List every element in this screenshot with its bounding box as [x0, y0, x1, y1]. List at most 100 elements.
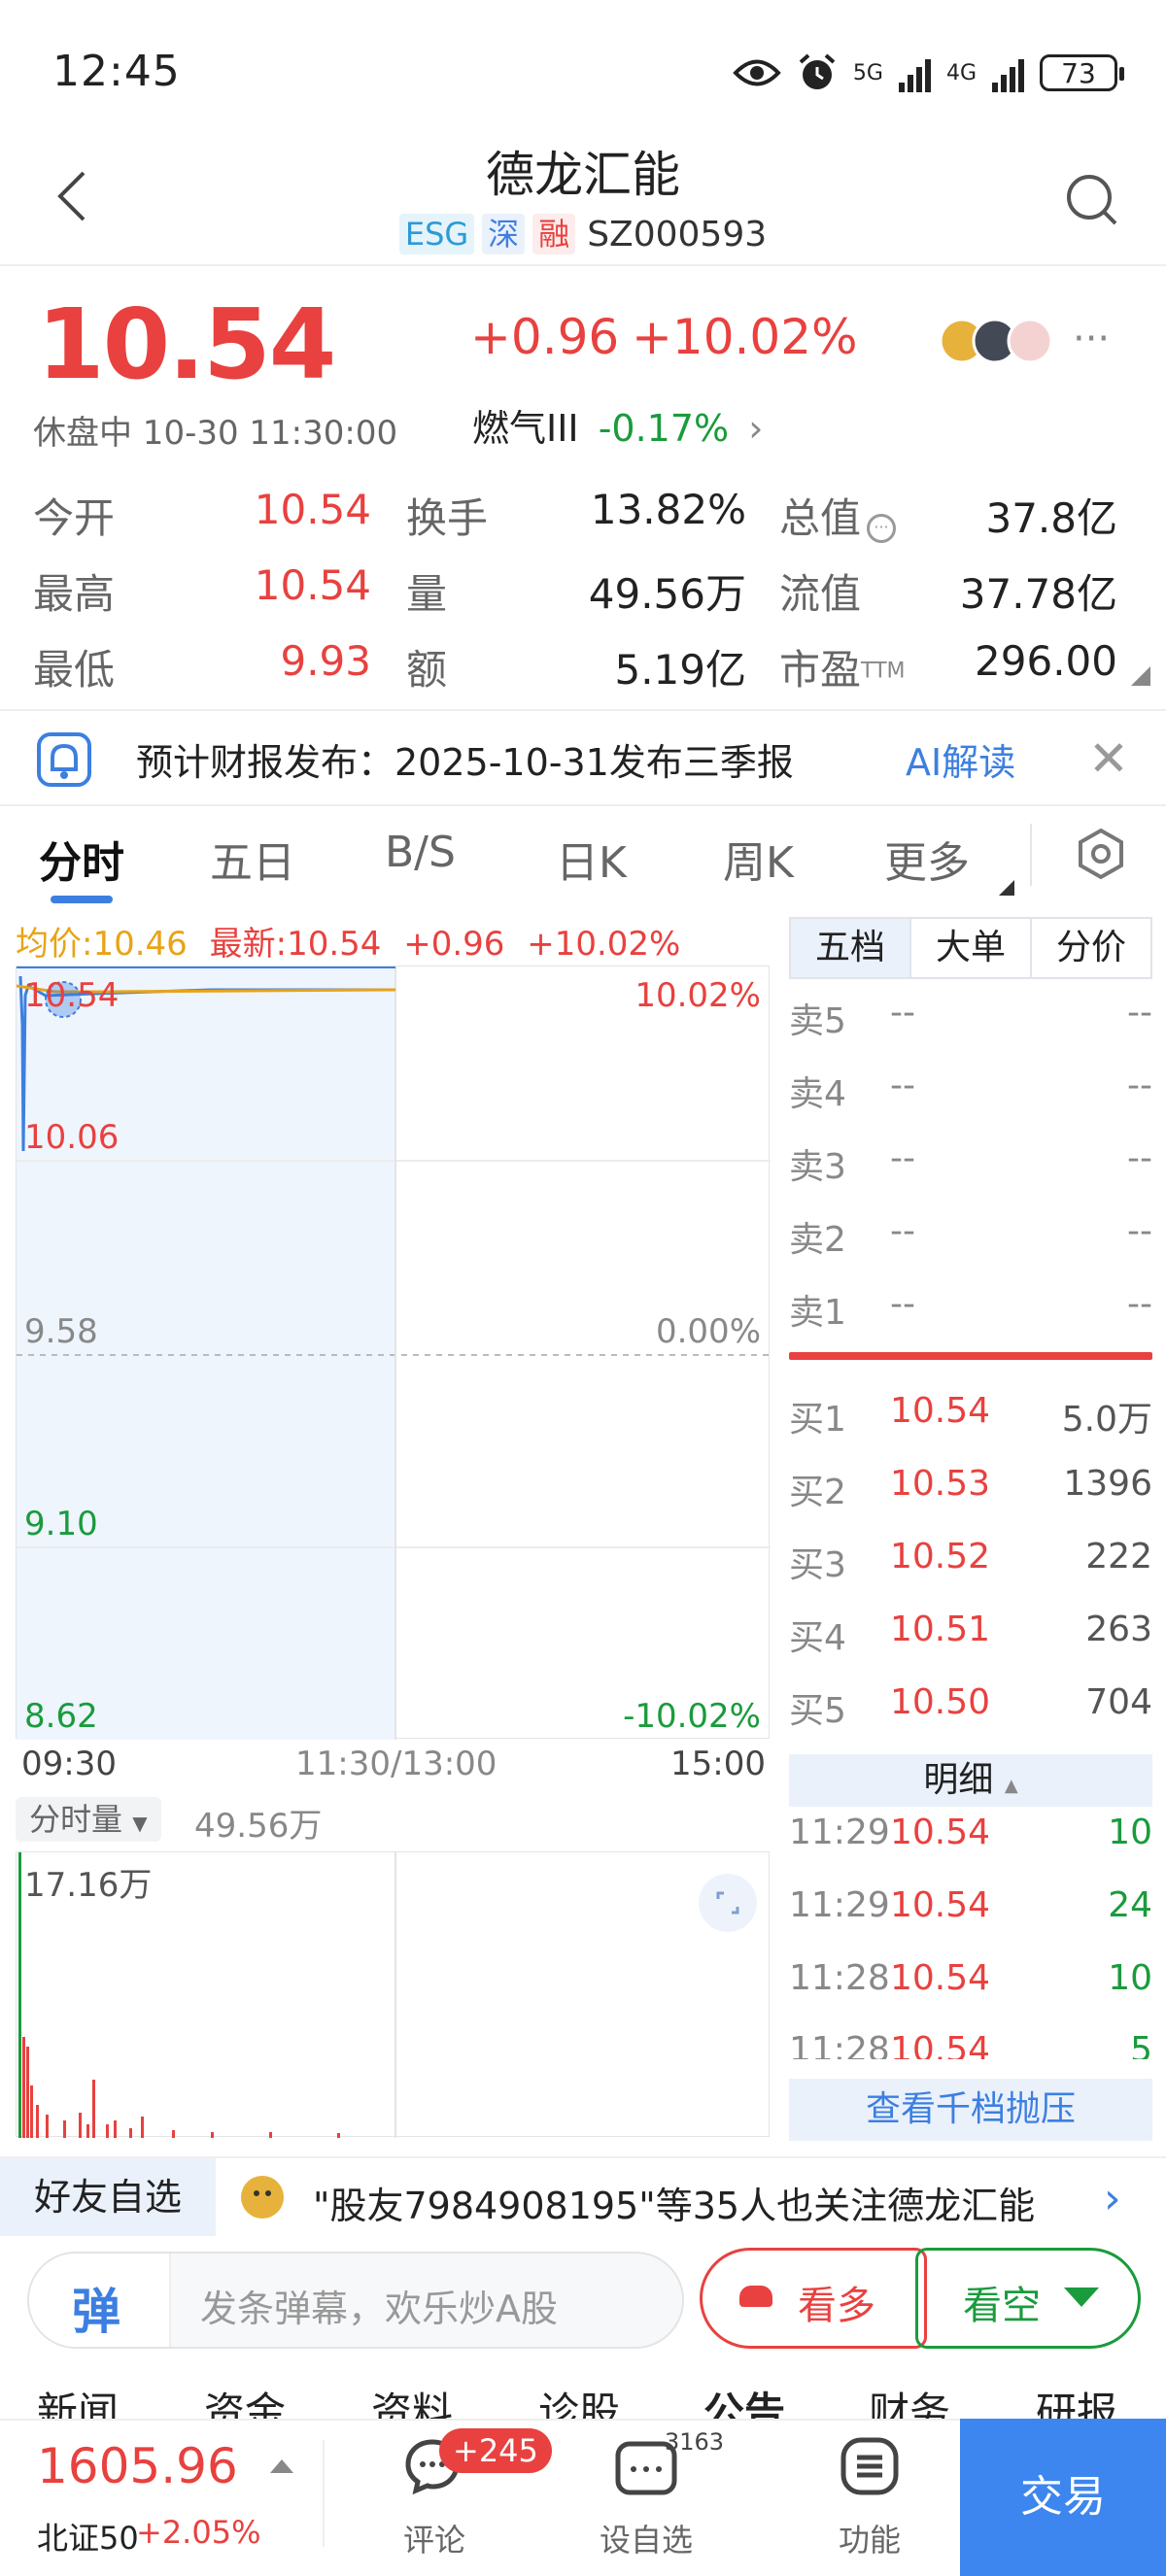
stock-name: 德龙汇能	[486, 147, 680, 203]
pe-ttm-sup: TTM	[861, 659, 906, 684]
functions-label: 功能	[838, 2522, 901, 2559]
y-label-top: 10.54	[24, 976, 120, 1015]
ob-tab-five[interactable]: 五档	[791, 919, 909, 977]
bullish-label: 看多	[798, 2284, 875, 2328]
tab-weekly-k[interactable]: 周K	[723, 828, 794, 890]
close-icon[interactable]: ✕	[1088, 734, 1129, 783]
volume-total: 49.56万	[194, 1807, 323, 1846]
current-price: 10.54	[37, 288, 336, 401]
caret-up-icon: ▲	[1004, 1776, 1018, 1796]
watchlist-label: 设自选	[599, 2522, 693, 2559]
stat-value-low: 9.93	[280, 637, 371, 685]
notice-text: 预计财报发布：2025-10-31发布三季报	[136, 741, 794, 784]
tab-more[interactable]: 更多	[884, 828, 970, 890]
buy-label: 买5	[789, 1691, 846, 1731]
stat-label-open: 今开	[33, 494, 116, 542]
earnings-notice[interactable]: 预计财报发布：2025-10-31发布三季报 AI解读 ✕	[0, 709, 1166, 806]
y-right-top: 10.02%	[634, 976, 761, 1015]
tab-daily-k[interactable]: 日K	[556, 828, 627, 890]
intraday-change: +0.96	[403, 925, 505, 964]
intraday-chart[interactable]: 10.54 10.06 9.58 9.10 8.62 10.02% 0.00% …	[16, 966, 771, 1740]
tab-five-day[interactable]: 五日	[210, 828, 295, 890]
alarm-icon	[799, 53, 836, 89]
sector-link[interactable]: 燃气III -0.17% ›	[472, 398, 763, 452]
vol-bar-11	[106, 2124, 109, 2138]
info-icon[interactable]: ···	[867, 513, 897, 543]
friends-watch-bar[interactable]: 好友自选 "股友7984908195"等35人也关注德龙汇能 ›	[0, 2156, 1166, 2236]
vol-bar-15	[172, 2130, 175, 2138]
fullscreen-icon[interactable]	[697, 1872, 759, 1934]
x-label-open: 09:30	[21, 1745, 117, 1783]
sector-name: 燃气III	[472, 407, 579, 450]
sell-label: 卖5	[789, 1001, 846, 1041]
detail-header[interactable]: 明细 ▲	[789, 1754, 1152, 1807]
chevron-right-icon[interactable]: ›	[1104, 2174, 1121, 2223]
sell-price: --	[890, 1211, 915, 1251]
ob-tab-big[interactable]: 大单	[909, 919, 1030, 977]
volume-selector[interactable]: 分时量 ▼	[16, 1797, 161, 1842]
watchlist-count: 3163	[665, 2428, 725, 2456]
volume-max-label: 17.16万	[24, 1866, 153, 1905]
buy-row-2: 买2 10.53 1396	[789, 1464, 1152, 1512]
sell-row-2: 卖2 -- --	[789, 1211, 1152, 1260]
danmu-input-bar[interactable]: 弹 发条弹幕，欢乐炒A股	[27, 2252, 684, 2349]
vol-bar-14	[141, 2117, 144, 2138]
vol-bar-8	[79, 2113, 82, 2138]
danmu-logo[interactable]: 弹	[29, 2254, 171, 2347]
bell-icon	[37, 732, 91, 787]
x-label-midday: 11:30/13:00	[295, 1745, 497, 1783]
danmu-input[interactable]: 发条弹幕，欢乐炒A股	[200, 2279, 558, 2332]
y-label-4: 9.10	[24, 1505, 98, 1543]
status-time: 12:45	[52, 47, 181, 96]
bearish-label: 看空	[963, 2284, 1041, 2328]
friend-avatar-icon	[241, 2176, 284, 2219]
sector-pct: -0.17%	[598, 407, 730, 450]
signal-icon-2	[992, 53, 1024, 92]
bullish-button[interactable]: 看多	[700, 2248, 927, 2349]
ai-interpret-link[interactable]: AI解读	[906, 732, 1015, 786]
tab-bs[interactable]: B/S	[385, 828, 456, 877]
avatar-group[interactable]	[939, 317, 1055, 365]
ob-tab-price[interactable]: 分价	[1030, 919, 1150, 977]
tag-esg[interactable]: ESG	[398, 214, 475, 254]
status-bar: 12:45 5G 4G 73	[0, 0, 1166, 146]
buy-vol: 263	[1085, 1610, 1152, 1649]
functions-button[interactable]: 功能	[826, 2436, 913, 2562]
depth-pressure-button[interactable]: 查看千档抛压	[789, 2079, 1152, 2141]
trade-status: 休盘中 10-30 11:30:00	[33, 414, 398, 453]
volume-chart: 17.16万	[16, 1851, 770, 2138]
tick-time: 11:29	[789, 1813, 890, 1852]
volume-selector-label: 分时量	[29, 1801, 123, 1838]
price-change-pct: +10.02%	[632, 309, 858, 365]
stat-label-turnover: 换手	[406, 494, 489, 542]
sell-price: --	[890, 993, 915, 1033]
vol-bar-16	[211, 2132, 214, 2138]
vol-bar-13	[129, 2128, 132, 2138]
buy-vol: 222	[1085, 1537, 1152, 1576]
danmu-logo-text: 弹	[72, 2284, 120, 2340]
bearish-button[interactable]: 看空	[915, 2248, 1141, 2349]
caret-down-icon: ▼	[132, 1812, 148, 1835]
search-icon[interactable]	[1063, 171, 1121, 229]
stat-label-pe: 市盈TTM	[779, 646, 906, 694]
tag-rong: 融	[532, 214, 576, 254]
x-label-close: 15:00	[670, 1745, 766, 1783]
expand-corner-icon[interactable]	[1131, 666, 1150, 686]
y-right-bottom: -10.02%	[623, 1697, 761, 1736]
index-value[interactable]: 1605.96	[37, 2438, 238, 2494]
signal-icon	[898, 53, 931, 92]
index-pct: +2.05%	[136, 2514, 261, 2551]
trade-button[interactable]: 交易	[960, 2419, 1166, 2576]
more-dots-icon[interactable]: ···	[1073, 317, 1110, 361]
stat-label-mktcap[interactable]: 总值 ···	[779, 486, 897, 545]
tab-intraday[interactable]: 分时	[39, 828, 124, 890]
stat-label-float: 流值	[779, 570, 862, 618]
tick-time: 11:28	[789, 1958, 890, 1998]
tab-active-indicator	[51, 896, 113, 903]
stat-label-volume: 量	[406, 570, 448, 618]
comment-label: 评论	[402, 2522, 465, 2559]
buy-price: 10.53	[890, 1464, 991, 1504]
vol-bar-10	[92, 2080, 95, 2138]
buy-price: 10.51	[890, 1610, 991, 1649]
settings-hexagon-icon[interactable]	[1075, 828, 1127, 880]
